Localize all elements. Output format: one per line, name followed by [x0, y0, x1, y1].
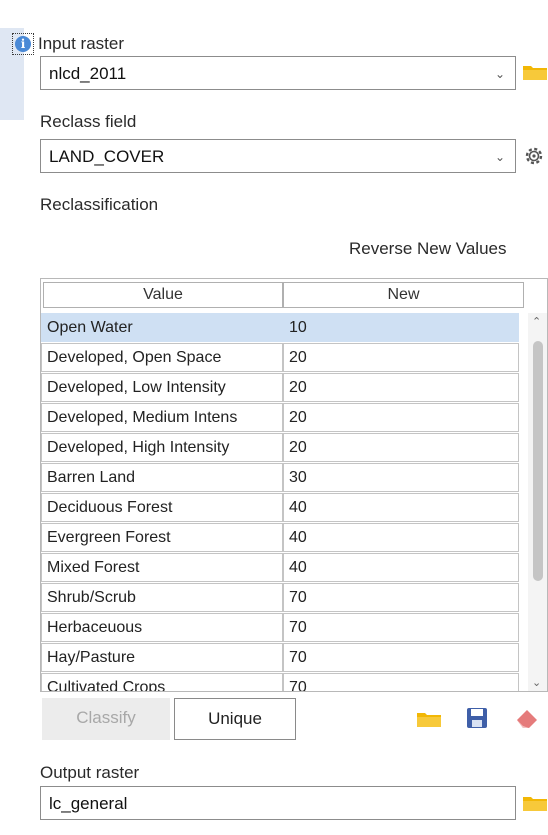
header-value: Value [43, 282, 283, 308]
new-value-input[interactable]: 40 [283, 553, 519, 582]
reclass-table: Value New Open Water 10 Developed, Open … [40, 278, 548, 692]
reverse-new-values-button[interactable]: Reverse New Values [349, 239, 506, 259]
reclass-field-dropdown[interactable]: LAND_COVER ⌄ [40, 139, 516, 173]
table-row[interactable]: Hay/Pasture 70 [41, 643, 547, 673]
folder-icon[interactable] [522, 794, 548, 812]
reclassification-label: Reclassification [40, 195, 159, 214]
header-new: New [283, 282, 524, 308]
new-value-input[interactable]: 20 [283, 433, 519, 462]
new-value-input[interactable]: 10 [283, 313, 519, 342]
folder-icon[interactable] [522, 63, 548, 81]
info-icon[interactable]: i [12, 33, 34, 55]
classify-button[interactable]: Classify [42, 698, 170, 740]
new-value-input[interactable]: 20 [283, 403, 519, 432]
reclass-field-label: Reclass field [40, 112, 137, 131]
input-raster-value: nlcd_2011 [49, 64, 127, 83]
value-cell: Cultivated Crops [41, 673, 283, 691]
table-row[interactable]: Developed, High Intensity 20 [41, 433, 547, 463]
output-raster-input[interactable]: lc_general [40, 786, 516, 820]
value-cell: Developed, Low Intensity [41, 373, 283, 402]
scroll-down-icon[interactable]: ⌄ [532, 676, 541, 689]
new-value-input[interactable]: 20 [283, 373, 519, 402]
new-value-input[interactable]: 30 [283, 463, 519, 492]
value-cell: Herbaceuous [41, 613, 283, 642]
output-raster-value: lc_general [49, 794, 128, 813]
value-cell: Open Water [41, 313, 283, 342]
eraser-icon[interactable] [514, 706, 540, 730]
value-cell: Shrub/Scrub [41, 583, 283, 612]
output-raster-label: Output raster [40, 763, 140, 782]
new-value-input[interactable]: 70 [283, 643, 519, 672]
new-value-input[interactable]: 70 [283, 583, 519, 612]
value-cell: Hay/Pasture [41, 643, 283, 672]
table-row[interactable]: Herbaceuous 70 [41, 613, 547, 643]
chevron-down-icon: ⌄ [494, 67, 505, 81]
new-value-input[interactable]: 70 [283, 613, 519, 642]
input-raster-label: Input raster [38, 34, 124, 53]
value-cell: Mixed Forest [41, 553, 283, 582]
table-row[interactable]: Mixed Forest 40 [41, 553, 547, 583]
new-value-input[interactable]: 40 [283, 523, 519, 552]
table-row[interactable]: Evergreen Forest 40 [41, 523, 547, 553]
input-raster-dropdown[interactable]: nlcd_2011 ⌄ [40, 56, 516, 90]
table-scrollbar[interactable]: ⌃ ⌄ [528, 313, 547, 691]
new-value-input[interactable]: 40 [283, 493, 519, 522]
value-cell: Developed, Open Space [41, 343, 283, 372]
table-row[interactable]: Developed, Open Space 20 [41, 343, 547, 373]
value-cell: Barren Land [41, 463, 283, 492]
new-value-input[interactable]: 20 [283, 343, 519, 372]
folder-icon[interactable] [416, 710, 442, 728]
table-row[interactable]: Developed, Medium Intens 20 [41, 403, 547, 433]
unique-button[interactable]: Unique [174, 698, 296, 740]
scroll-up-icon[interactable]: ⌃ [532, 315, 541, 328]
table-row[interactable]: Deciduous Forest 40 [41, 493, 547, 523]
table-row[interactable]: Cultivated Crops 70 [41, 673, 547, 691]
value-cell: Deciduous Forest [41, 493, 283, 522]
table-row[interactable]: Barren Land 30 [41, 463, 547, 493]
save-icon[interactable] [466, 707, 488, 729]
new-value-input[interactable]: 70 [283, 673, 519, 691]
table-row[interactable]: Shrub/Scrub 70 [41, 583, 547, 613]
value-cell: Developed, Medium Intens [41, 403, 283, 432]
table-row[interactable]: Developed, Low Intensity 20 [41, 373, 547, 403]
table-row[interactable]: Open Water 10 [41, 313, 547, 343]
reclass-field-value: LAND_COVER [49, 147, 165, 166]
chevron-down-icon: ⌄ [494, 150, 505, 164]
value-cell: Evergreen Forest [41, 523, 283, 552]
gear-icon[interactable] [522, 144, 546, 168]
scrollbar-thumb[interactable] [533, 341, 543, 581]
value-cell: Developed, High Intensity [41, 433, 283, 462]
